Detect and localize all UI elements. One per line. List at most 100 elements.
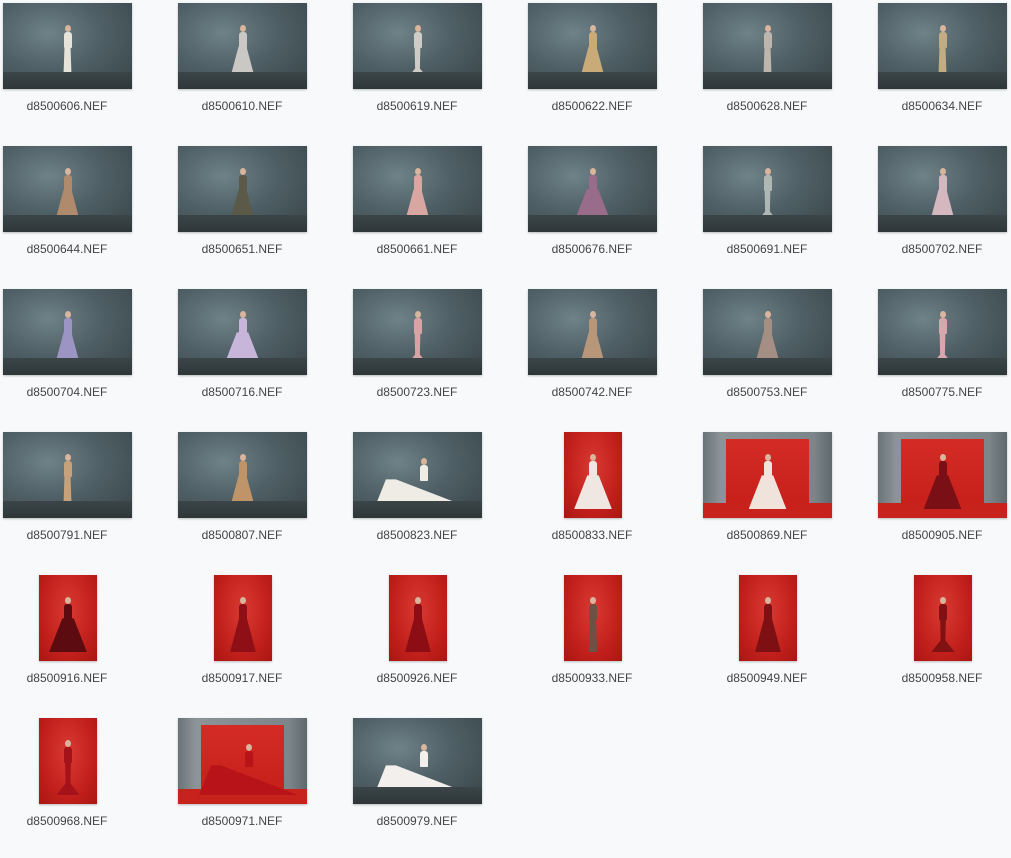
- file-item[interactable]: d8500742.NEF: [525, 286, 700, 429]
- file-thumbnail[interactable]: [703, 432, 832, 518]
- file-thumbnail[interactable]: [178, 146, 307, 232]
- file-item[interactable]: d8500691.NEF: [700, 143, 875, 286]
- file-item[interactable]: d8500905.NEF: [875, 429, 1011, 572]
- file-name-label[interactable]: d8500823.NEF: [350, 528, 484, 542]
- file-thumbnail[interactable]: [178, 718, 307, 804]
- file-name-label[interactable]: d8500619.NEF: [350, 99, 484, 113]
- file-name-label[interactable]: d8500968.NEF: [0, 814, 134, 828]
- file-item[interactable]: d8500661.NEF: [350, 143, 525, 286]
- file-name-label[interactable]: d8500949.NEF: [700, 671, 834, 685]
- file-item[interactable]: d8500716.NEF: [175, 286, 350, 429]
- file-thumbnail[interactable]: [353, 3, 482, 89]
- file-item[interactable]: d8500926.NEF: [350, 572, 525, 715]
- file-thumbnail[interactable]: [703, 146, 832, 232]
- file-name-label[interactable]: d8500702.NEF: [875, 242, 1009, 256]
- file-thumbnail[interactable]: [3, 146, 132, 232]
- file-thumbnail[interactable]: [878, 146, 1007, 232]
- file-item[interactable]: d8500606.NEF: [0, 0, 175, 143]
- file-thumbnail[interactable]: [914, 575, 972, 661]
- file-thumbnail[interactable]: [3, 3, 132, 89]
- file-thumbnail[interactable]: [3, 289, 132, 375]
- file-name-label[interactable]: d8500971.NEF: [175, 814, 309, 828]
- file-thumbnail[interactable]: [703, 3, 832, 89]
- file-name-label[interactable]: d8500644.NEF: [0, 242, 134, 256]
- file-name-label[interactable]: d8500634.NEF: [875, 99, 1009, 113]
- file-item[interactable]: d8500775.NEF: [875, 286, 1011, 429]
- file-name-label[interactable]: d8500753.NEF: [700, 385, 834, 399]
- file-item[interactable]: d8500933.NEF: [525, 572, 700, 715]
- file-name-label[interactable]: d8500716.NEF: [175, 385, 309, 399]
- file-item[interactable]: d8500971.NEF: [175, 715, 350, 858]
- file-thumbnail[interactable]: [353, 432, 482, 518]
- file-thumbnail[interactable]: [389, 575, 447, 661]
- file-name-label[interactable]: d8500691.NEF: [700, 242, 834, 256]
- file-item[interactable]: d8500634.NEF: [875, 0, 1011, 143]
- file-item[interactable]: d8500979.NEF: [350, 715, 525, 858]
- file-name-label[interactable]: d8500676.NEF: [525, 242, 659, 256]
- file-name-label[interactable]: d8500869.NEF: [700, 528, 834, 542]
- file-name-label[interactable]: d8500933.NEF: [525, 671, 659, 685]
- file-name-label[interactable]: d8500917.NEF: [175, 671, 309, 685]
- file-thumbnail[interactable]: [178, 432, 307, 518]
- file-item[interactable]: d8500833.NEF: [525, 429, 700, 572]
- model-figure: [229, 168, 256, 224]
- file-item[interactable]: d8500968.NEF: [0, 715, 175, 858]
- file-item[interactable]: d8500869.NEF: [700, 429, 875, 572]
- file-item[interactable]: d8500628.NEF: [700, 0, 875, 143]
- file-name-label[interactable]: d8500979.NEF: [350, 814, 484, 828]
- file-item[interactable]: d8500702.NEF: [875, 143, 1011, 286]
- file-thumbnail[interactable]: [564, 575, 622, 661]
- file-name-label[interactable]: d8500723.NEF: [350, 385, 484, 399]
- file-item[interactable]: d8500823.NEF: [350, 429, 525, 572]
- file-name-label[interactable]: d8500916.NEF: [0, 671, 134, 685]
- file-item[interactable]: d8500807.NEF: [175, 429, 350, 572]
- file-name-label[interactable]: d8500651.NEF: [175, 242, 309, 256]
- file-thumbnail[interactable]: [528, 289, 657, 375]
- file-thumbnail[interactable]: [878, 289, 1007, 375]
- file-name-label[interactable]: d8500926.NEF: [350, 671, 484, 685]
- file-name-label[interactable]: d8500958.NEF: [875, 671, 1009, 685]
- file-thumbnail[interactable]: [878, 3, 1007, 89]
- file-item[interactable]: d8500916.NEF: [0, 572, 175, 715]
- file-thumbnail[interactable]: [39, 718, 97, 804]
- file-thumbnail[interactable]: [3, 432, 132, 518]
- file-item[interactable]: d8500949.NEF: [700, 572, 875, 715]
- file-name-label[interactable]: d8500775.NEF: [875, 385, 1009, 399]
- file-name-label[interactable]: d8500905.NEF: [875, 528, 1009, 542]
- file-thumbnail[interactable]: [353, 289, 482, 375]
- file-thumbnail[interactable]: [878, 432, 1007, 518]
- file-thumbnail[interactable]: [214, 575, 272, 661]
- file-thumbnail[interactable]: [739, 575, 797, 661]
- file-thumbnail[interactable]: [39, 575, 97, 661]
- file-thumbnail[interactable]: [528, 3, 657, 89]
- file-thumbnail[interactable]: [353, 718, 482, 804]
- file-item[interactable]: d8500791.NEF: [0, 429, 175, 572]
- file-thumbnail[interactable]: [178, 289, 307, 375]
- file-thumbnail[interactable]: [353, 146, 482, 232]
- file-item[interactable]: d8500610.NEF: [175, 0, 350, 143]
- file-thumbnail[interactable]: [178, 3, 307, 89]
- file-name-label[interactable]: d8500742.NEF: [525, 385, 659, 399]
- file-name-label[interactable]: d8500628.NEF: [700, 99, 834, 113]
- file-item[interactable]: d8500958.NEF: [875, 572, 1011, 715]
- file-item[interactable]: d8500644.NEF: [0, 143, 175, 286]
- file-item[interactable]: d8500704.NEF: [0, 286, 175, 429]
- file-item[interactable]: d8500651.NEF: [175, 143, 350, 286]
- file-name-label[interactable]: d8500606.NEF: [0, 99, 134, 113]
- file-name-label[interactable]: d8500833.NEF: [525, 528, 659, 542]
- file-item[interactable]: d8500676.NEF: [525, 143, 700, 286]
- file-name-label[interactable]: d8500791.NEF: [0, 528, 134, 542]
- file-thumbnail[interactable]: [564, 432, 622, 518]
- file-name-label[interactable]: d8500704.NEF: [0, 385, 134, 399]
- file-item[interactable]: d8500723.NEF: [350, 286, 525, 429]
- file-item[interactable]: d8500917.NEF: [175, 572, 350, 715]
- file-name-label[interactable]: d8500661.NEF: [350, 242, 484, 256]
- file-name-label[interactable]: d8500622.NEF: [525, 99, 659, 113]
- file-item[interactable]: d8500619.NEF: [350, 0, 525, 143]
- file-item[interactable]: d8500753.NEF: [700, 286, 875, 429]
- file-name-label[interactable]: d8500807.NEF: [175, 528, 309, 542]
- file-item[interactable]: d8500622.NEF: [525, 0, 700, 143]
- file-thumbnail[interactable]: [703, 289, 832, 375]
- file-name-label[interactable]: d8500610.NEF: [175, 99, 309, 113]
- file-thumbnail[interactable]: [528, 146, 657, 232]
